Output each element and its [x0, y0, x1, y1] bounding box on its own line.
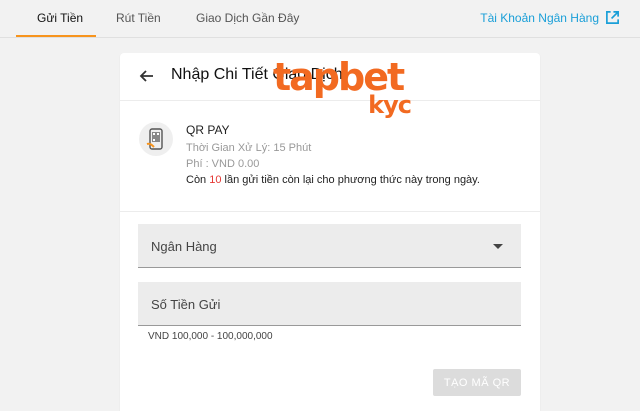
qr-pay-icon [139, 122, 173, 156]
processing-time: Thời Gian Xử Lý: 15 Phút [186, 142, 312, 154]
method-fee: Phí : VND 0.00 [186, 158, 260, 170]
method-name: QR PAY [186, 123, 230, 137]
dropdown-caret-icon [493, 244, 503, 249]
generate-qr-button[interactable]: TẠO MÃ QR [433, 369, 521, 396]
tab-deposit[interactable]: Gửi Tiền [37, 11, 83, 25]
bank-account-link-label: Tài Khoản Ngân Hàng [480, 10, 599, 25]
external-link-icon [606, 11, 619, 24]
amount-input[interactable]: Số Tiền Gửi [138, 282, 521, 326]
amount-input-label: Số Tiền Gửi [151, 297, 221, 312]
logo-sub-text: kyc [368, 91, 412, 119]
back-arrow-icon[interactable] [136, 65, 158, 87]
amount-range-hint: VND 100,000 - 100,000,000 [148, 331, 273, 342]
note-prefix: Còn [186, 174, 210, 186]
active-tab-indicator [16, 35, 96, 37]
tapbet-kyc-logo: tapbet kyc [273, 58, 413, 120]
remaining-deposits-note: Còn 10 lần gửi tiền còn lại cho phương t… [186, 174, 480, 186]
tab-recent-transactions[interactable]: Giao Dịch Gần Đây [196, 11, 299, 25]
note-suffix: lần gửi tiền còn lại cho phương thức này… [221, 174, 480, 186]
remaining-count: 10 [209, 174, 222, 186]
bank-select[interactable]: Ngân Hàng [138, 224, 521, 268]
bank-account-link[interactable]: Tài Khoản Ngân Hàng [480, 10, 620, 25]
tab-withdraw[interactable]: Rút Tiền [116, 11, 161, 25]
top-navigation: Gửi Tiền Rút Tiền Giao Dịch Gần Đây Tài … [0, 0, 640, 38]
bank-select-label: Ngân Hàng [151, 239, 217, 254]
